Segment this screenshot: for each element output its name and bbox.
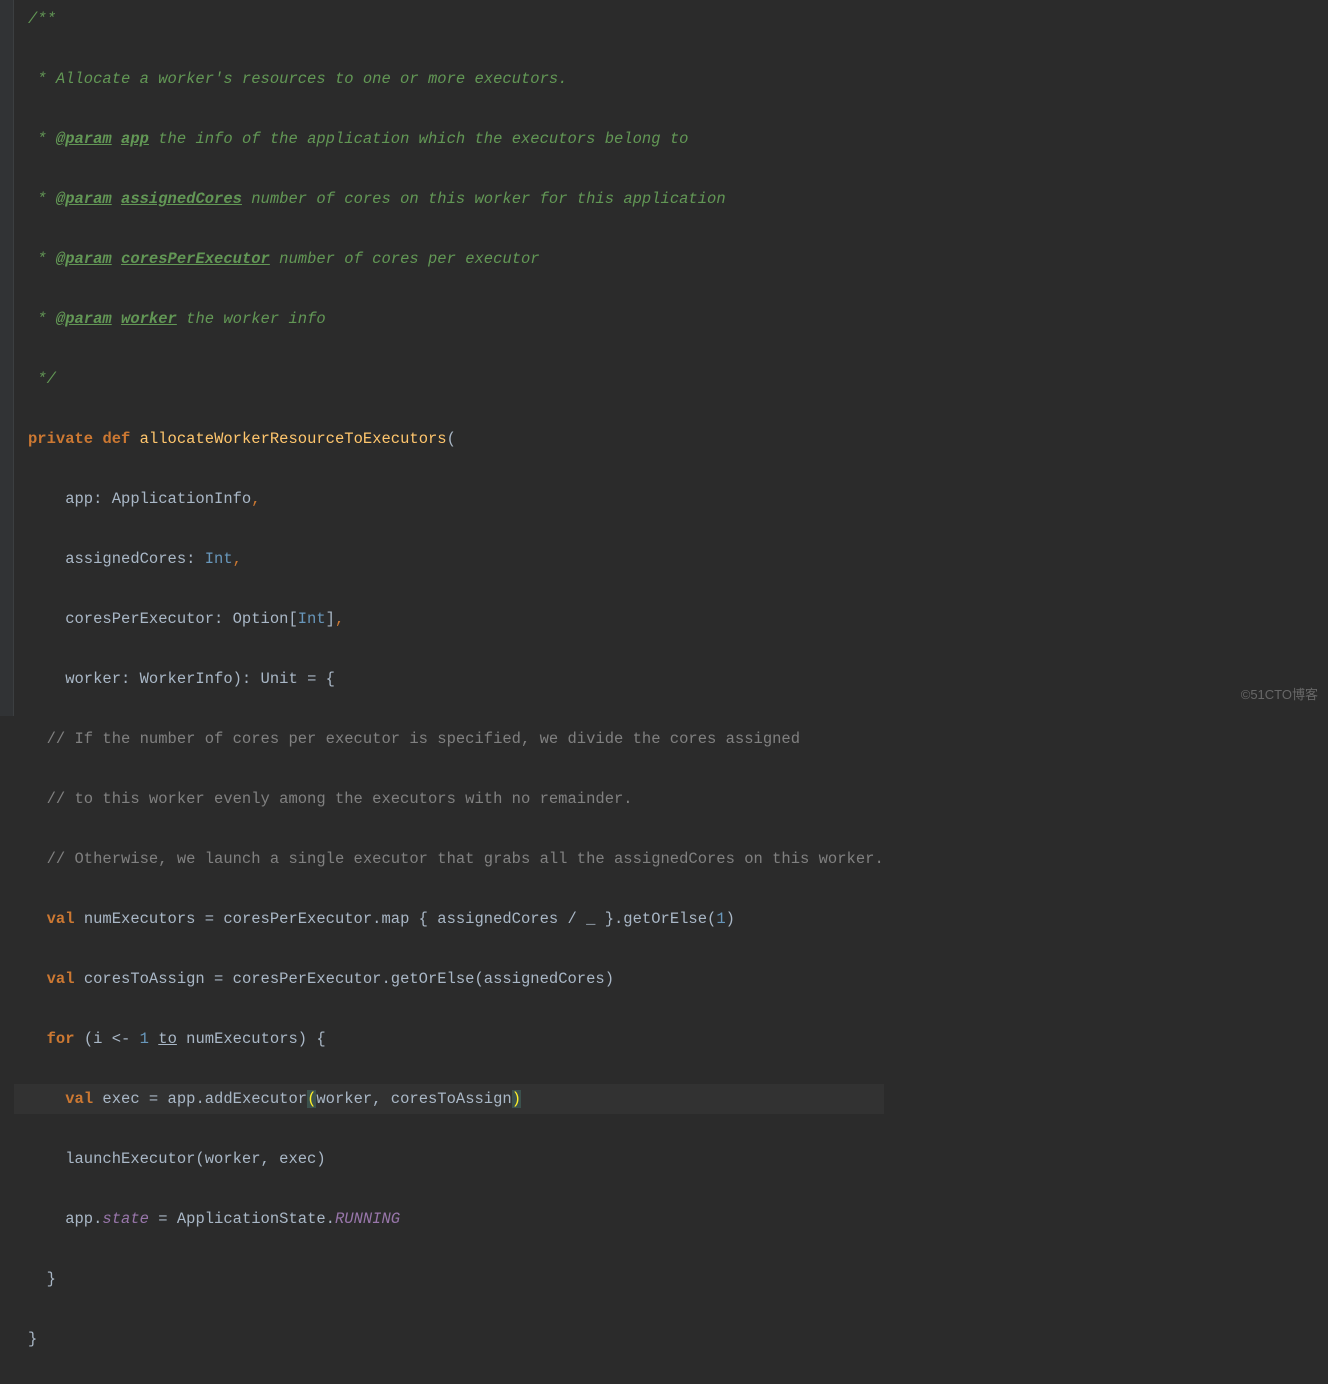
type-int: Int: [298, 610, 326, 628]
doc-comment: * Allocate a worker's resources to one o…: [28, 70, 568, 88]
code-line: app: ApplicationInfo,: [14, 484, 884, 514]
doc-text: the info of the application which the ex…: [149, 130, 689, 148]
editor-gutter: [0, 0, 14, 716]
code-line: for (i <- 1 to numExecutors) {: [14, 1024, 884, 1054]
comma: ,: [335, 610, 344, 628]
doc-param: app: [121, 130, 149, 148]
code-line-highlighted: val exec = app.addExecutor(worker, cores…: [14, 1084, 884, 1114]
code-text: (i <-: [75, 1030, 140, 1048]
brace: }: [28, 1330, 37, 1348]
comment: // to this worker evenly among the execu…: [28, 790, 633, 808]
code-editor[interactable]: /** * Allocate a worker's resources to o…: [14, 4, 884, 1384]
bracket: ]: [326, 610, 335, 628]
doc-comment: *: [28, 190, 56, 208]
comma: ,: [251, 490, 260, 508]
doc-comment: *: [28, 130, 56, 148]
code-text: = ApplicationState.: [149, 1210, 335, 1228]
doc-comment: /**: [28, 10, 56, 28]
code-text: coresToAssign = coresPerExecutor.getOrEl…: [75, 970, 615, 988]
code-line: * Allocate a worker's resources to one o…: [14, 64, 884, 94]
code-line: * @param worker the worker info: [14, 304, 884, 334]
paren: (: [447, 430, 456, 448]
keyword-val: val: [65, 1090, 93, 1108]
comment: // If the number of cores per executor i…: [28, 730, 800, 748]
matched-paren: ): [512, 1090, 521, 1108]
doc-tag: @param: [56, 250, 112, 268]
doc-text: number of cores on this worker for this …: [242, 190, 726, 208]
code-line: * @param app the info of the application…: [14, 124, 884, 154]
code-line: private def allocateWorkerResourceToExec…: [14, 424, 884, 454]
code-text: app.: [28, 1210, 102, 1228]
comma: ,: [233, 550, 242, 568]
matched-paren: (: [307, 1090, 316, 1108]
brace: }: [28, 1270, 56, 1288]
number-literal: 1: [140, 1030, 149, 1048]
code-line: val coresToAssign = coresPerExecutor.get…: [14, 964, 884, 994]
doc-text: number of cores per executor: [270, 250, 540, 268]
keyword-val: val: [47, 910, 75, 928]
comment: // Otherwise, we launch a single executo…: [28, 850, 884, 868]
doc-tag: @param: [56, 310, 112, 328]
code-line: }: [14, 1324, 884, 1354]
keyword-for: for: [47, 1030, 75, 1048]
code-line: }: [14, 1264, 884, 1294]
enum-running: RUNNING: [335, 1210, 400, 1228]
doc-param: coresPerExecutor: [121, 250, 270, 268]
code-text: exec = app.addExecutor: [93, 1090, 307, 1108]
paren: ): [726, 910, 735, 928]
code-line: // Otherwise, we launch a single executo…: [14, 844, 884, 874]
param: assignedCores:: [28, 550, 205, 568]
doc-tag: @param: [56, 190, 112, 208]
code-line: assignedCores: Int,: [14, 544, 884, 574]
doc-param: worker: [121, 310, 177, 328]
keyword-private: private: [28, 430, 93, 448]
code-line: app.state = ApplicationState.RUNNING: [14, 1204, 884, 1234]
keyword-val: val: [47, 970, 75, 988]
code-line: // If the number of cores per executor i…: [14, 724, 884, 754]
type-int: Int: [205, 550, 233, 568]
to-operator: to: [158, 1030, 177, 1048]
watermark: ©51CTO博客: [1241, 680, 1318, 710]
code-line: worker: WorkerInfo): Unit = {: [14, 664, 884, 694]
code-line: // to this worker evenly among the execu…: [14, 784, 884, 814]
doc-comment: *: [28, 310, 56, 328]
code-text: numExecutors) {: [177, 1030, 326, 1048]
code-line: val numExecutors = coresPerExecutor.map …: [14, 904, 884, 934]
type-unit: Unit: [261, 670, 298, 688]
keyword-def: def: [102, 430, 130, 448]
code-line: * @param assignedCores number of cores o…: [14, 184, 884, 214]
code-line: coresPerExecutor: Option[Int],: [14, 604, 884, 634]
method-name: allocateWorkerResourceToExecutors: [140, 430, 447, 448]
param: worker: WorkerInfo):: [28, 670, 261, 688]
doc-comment: */: [28, 370, 56, 388]
code-line: */: [14, 364, 884, 394]
doc-param: assignedCores: [121, 190, 242, 208]
doc-tag: @param: [56, 130, 112, 148]
code-line: launchExecutor(worker, exec): [14, 1144, 884, 1174]
field-state: state: [102, 1210, 149, 1228]
eq-brace: = {: [298, 670, 335, 688]
param: coresPerExecutor: Option[: [28, 610, 298, 628]
code-line: * @param coresPerExecutor number of core…: [14, 244, 884, 274]
code-line: /**: [14, 4, 884, 34]
code-text: worker, coresToAssign: [316, 1090, 511, 1108]
doc-text: the worker info: [177, 310, 326, 328]
code-text: numExecutors = coresPerExecutor.map { as…: [75, 910, 717, 928]
code-text: launchExecutor(worker, exec): [28, 1150, 326, 1168]
param: app: ApplicationInfo: [28, 490, 251, 508]
number-literal: 1: [716, 910, 725, 928]
doc-comment: *: [28, 250, 56, 268]
